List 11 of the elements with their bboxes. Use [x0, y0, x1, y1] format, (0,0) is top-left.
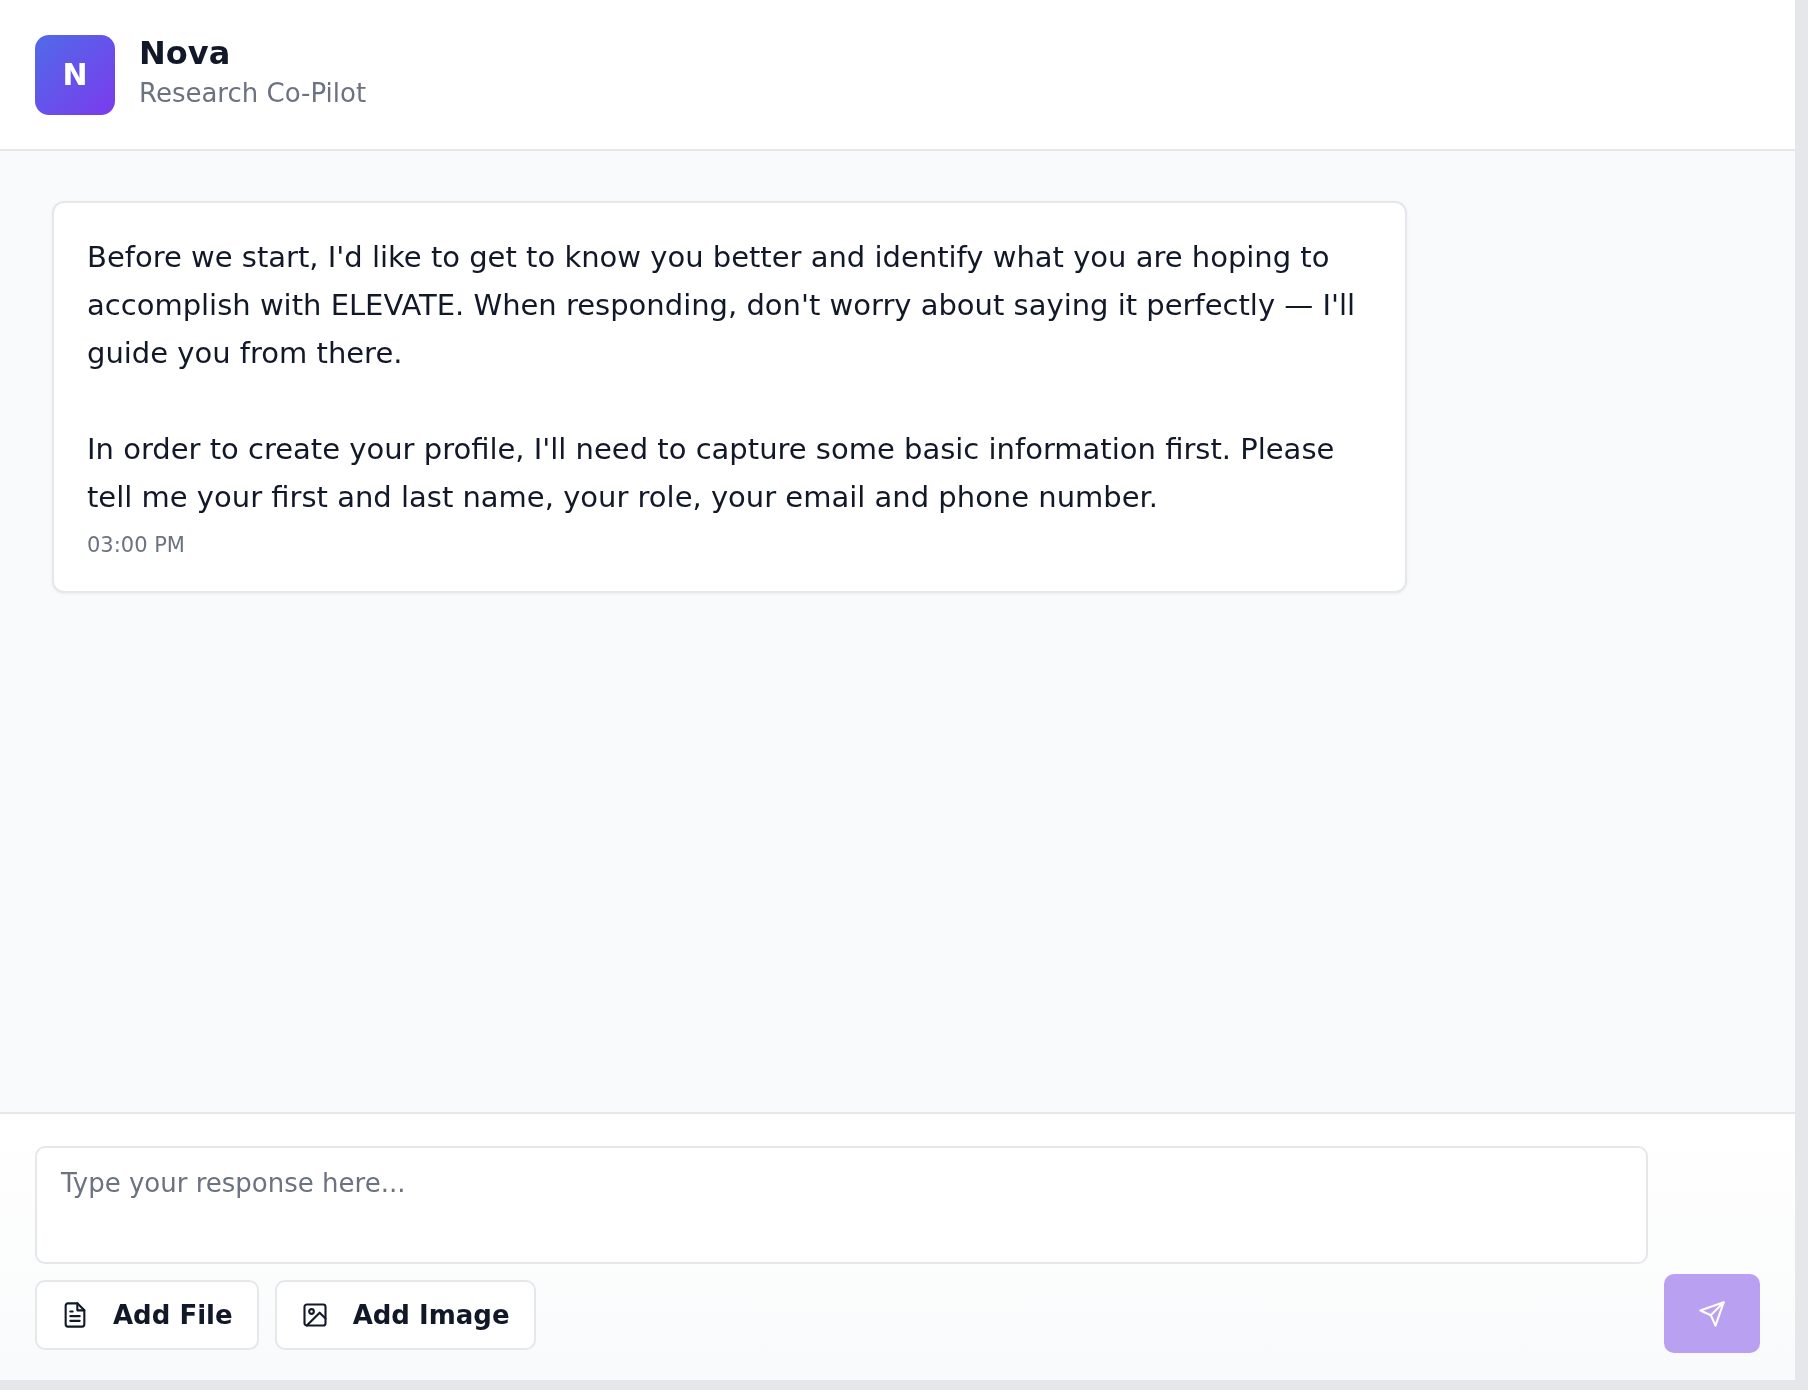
assistant-name: Nova — [139, 33, 232, 72]
add-file-button[interactable]: Add File — [35, 1280, 259, 1350]
image-icon — [300, 1301, 329, 1329]
message-text: Before we start, I'd like to get to know you better and identify what you are hoping to accomplish with ELEVATE. When responding, don't worry about saying it perfectly — I'll guide you from there. — [87, 239, 1357, 372]
assistant-role: Research Co-Pilot — [139, 77, 367, 108]
message-text: In order to create your profile, I'll need to capture some basic information first. Please tell me your first and last name, your role, your email and phone number. — [87, 431, 1336, 516]
message-time: 03:00 PM — [87, 533, 185, 557]
response-input-field[interactable]: Type your response here... — [35, 1146, 1648, 1264]
add-image-button[interactable]: Add Image — [274, 1280, 536, 1350]
send-icon — [1698, 1299, 1726, 1328]
avatar: N — [35, 34, 115, 115]
